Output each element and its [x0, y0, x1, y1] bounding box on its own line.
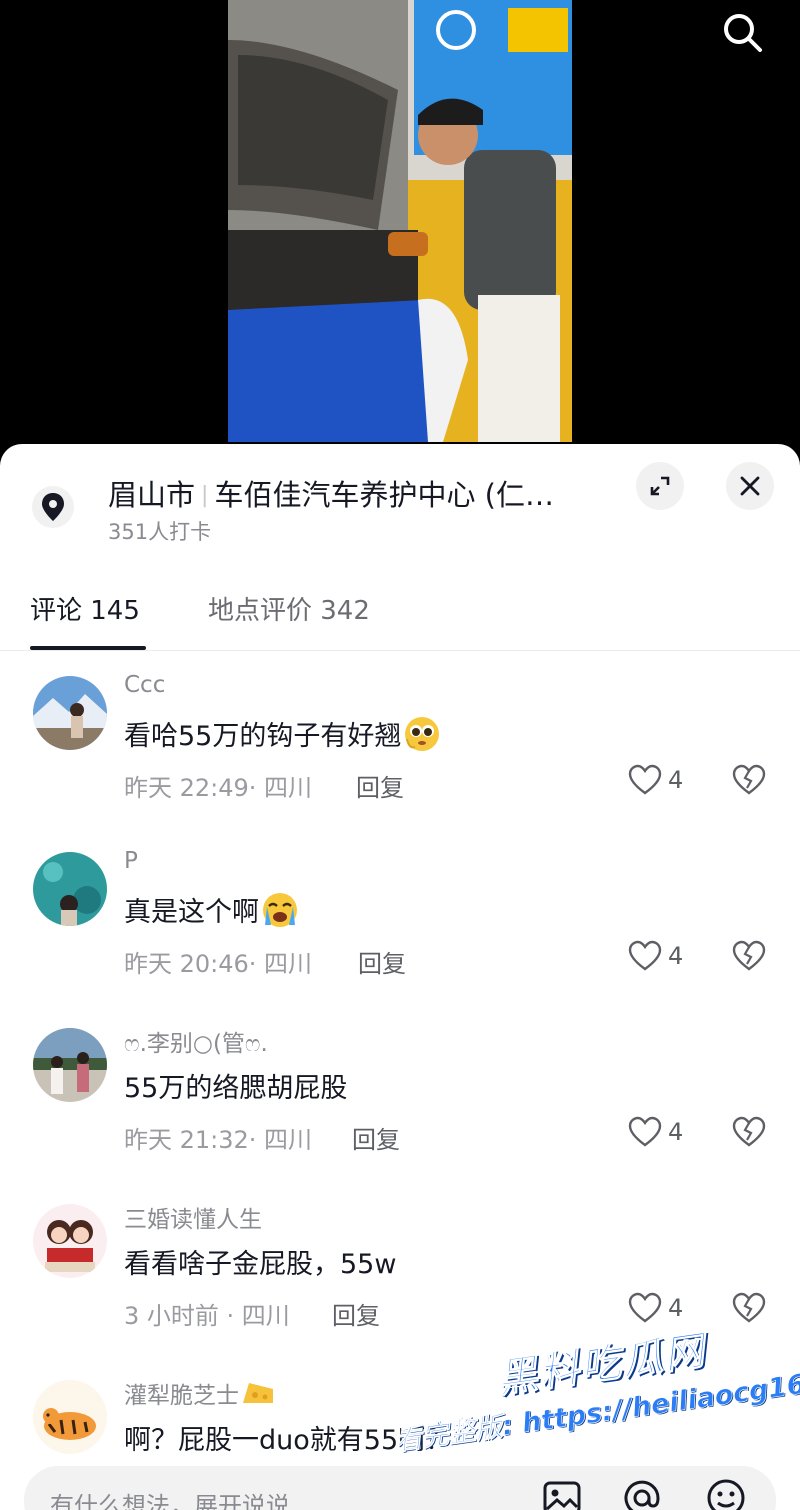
- comment-text: 看哈55万的钩子有好翘: [124, 714, 441, 753]
- comment-text: 啊？屁股一duo就有55啊？: [124, 1425, 453, 1456]
- comment-text: 看看啥子金屁股，55w: [124, 1249, 397, 1280]
- comment-text-body: 真是这个啊: [124, 897, 259, 928]
- heart-icon: [628, 1116, 662, 1147]
- comment-username[interactable]: 灌犁脆芝士: [124, 1376, 275, 1410]
- location-pin-icon: [32, 486, 74, 528]
- reply-button[interactable]: 回复: [358, 944, 406, 979]
- heart-icon: [628, 940, 662, 971]
- heart-icon: [628, 764, 662, 795]
- like-count: 4: [668, 766, 684, 794]
- comment-item: ෆ.李别○(管ෆ. 55万的络腮胡屁股 昨天 21:32· 四川 回复 4: [0, 1004, 800, 1180]
- expand-icon[interactable]: [636, 462, 684, 510]
- pleading-face-icon: [405, 717, 440, 751]
- like-button[interactable]: 4: [628, 940, 683, 972]
- checkin-count: 351人打卡: [108, 520, 212, 544]
- comment-meta: 昨天 21:32· 四川: [124, 1126, 313, 1154]
- reply-button[interactable]: 回复: [356, 768, 404, 803]
- avatar[interactable]: [33, 852, 107, 926]
- comment-meta: 3 小时前 · 四川: [124, 1302, 290, 1330]
- heart-icon: [628, 1292, 662, 1323]
- broken-heart-icon[interactable]: [732, 764, 766, 800]
- cheese-icon: [243, 1383, 273, 1403]
- comment-username[interactable]: Ccc: [124, 672, 165, 698]
- broken-heart-icon[interactable]: [732, 940, 766, 976]
- tab-comments[interactable]: 评论 145: [30, 590, 140, 627]
- emoji-icon[interactable]: [704, 1476, 748, 1510]
- broken-heart-icon[interactable]: [732, 1292, 766, 1328]
- search-icon[interactable]: [720, 10, 764, 54]
- comment-input[interactable]: 有什么想法，展开说说: [24, 1466, 776, 1510]
- comment-username[interactable]: 三婚读懂人生: [124, 1200, 262, 1234]
- at-icon[interactable]: [620, 1476, 664, 1510]
- reply-button[interactable]: 回复: [332, 1296, 380, 1331]
- comment-input-bar: 有什么想法，展开说说: [0, 1454, 800, 1510]
- avatar[interactable]: [33, 1380, 107, 1454]
- comment-input-placeholder: 有什么想法，展开说说: [50, 1492, 290, 1510]
- comment-tabs: 评论 145 地点评价 342: [0, 584, 800, 651]
- video-frame: [228, 0, 572, 442]
- like-count: 4: [668, 942, 684, 970]
- video-player[interactable]: [0, 0, 800, 470]
- comment-text: 55万的络腮胡屁股: [124, 1073, 348, 1104]
- comment-item: 三婚读懂人生 看看啥子金屁股，55w 3 小时前 · 四川 回复 4: [0, 1180, 800, 1356]
- reply-button[interactable]: 回复: [352, 1120, 400, 1155]
- like-button[interactable]: 4: [628, 1292, 683, 1324]
- comment-text-body: 看哈55万的钩子有好翘: [124, 721, 402, 752]
- tab-place-reviews[interactable]: 地点评价 342: [208, 590, 370, 627]
- close-icon[interactable]: [726, 462, 774, 510]
- comment-meta: 昨天 20:46· 四川: [124, 950, 313, 978]
- loudly-crying-face-icon: [263, 893, 297, 927]
- active-tab-indicator: [30, 646, 146, 650]
- comment-text: 真是这个啊: [124, 890, 299, 929]
- location-city: 眉山市: [108, 478, 196, 512]
- comment-meta: 昨天 22:49· 四川: [124, 774, 313, 802]
- comments-sheet: 眉山市 | 车佰佳汽车养护中心 (仁… 351人打卡 评论 145 地点评价 342…: [0, 444, 800, 1510]
- avatar[interactable]: [33, 1204, 107, 1278]
- comment-username[interactable]: ෆ.李别○(管ෆ.: [124, 1024, 268, 1058]
- title-separator: |: [201, 483, 209, 508]
- like-count: 4: [668, 1294, 684, 1322]
- comment-username-text: 灌犁脆芝士: [124, 1383, 239, 1409]
- video-scene: [228, 0, 572, 442]
- comment-username[interactable]: P: [124, 848, 138, 874]
- comment-item: Ccc 看哈55万的钩子有好翘 昨天 22:49· 四川 回复 4: [0, 652, 800, 828]
- avatar[interactable]: [33, 1028, 107, 1102]
- like-button[interactable]: 4: [628, 1116, 683, 1148]
- location-header[interactable]: 眉山市 | 车佰佳汽车养护中心 (仁… 351人打卡: [0, 444, 800, 564]
- comment-item: P 真是这个啊 昨天 20:46· 四川 回复 4: [0, 828, 800, 1004]
- image-icon[interactable]: [540, 1476, 584, 1510]
- avatar[interactable]: [33, 676, 107, 750]
- location-title[interactable]: 眉山市 | 车佰佳汽车养护中心 (仁…: [108, 472, 588, 514]
- location-place: 车佰佳汽车养护中心 (仁…: [214, 478, 554, 512]
- like-button[interactable]: 4: [628, 764, 683, 796]
- like-count: 4: [668, 1118, 684, 1146]
- broken-heart-icon[interactable]: [732, 1116, 766, 1152]
